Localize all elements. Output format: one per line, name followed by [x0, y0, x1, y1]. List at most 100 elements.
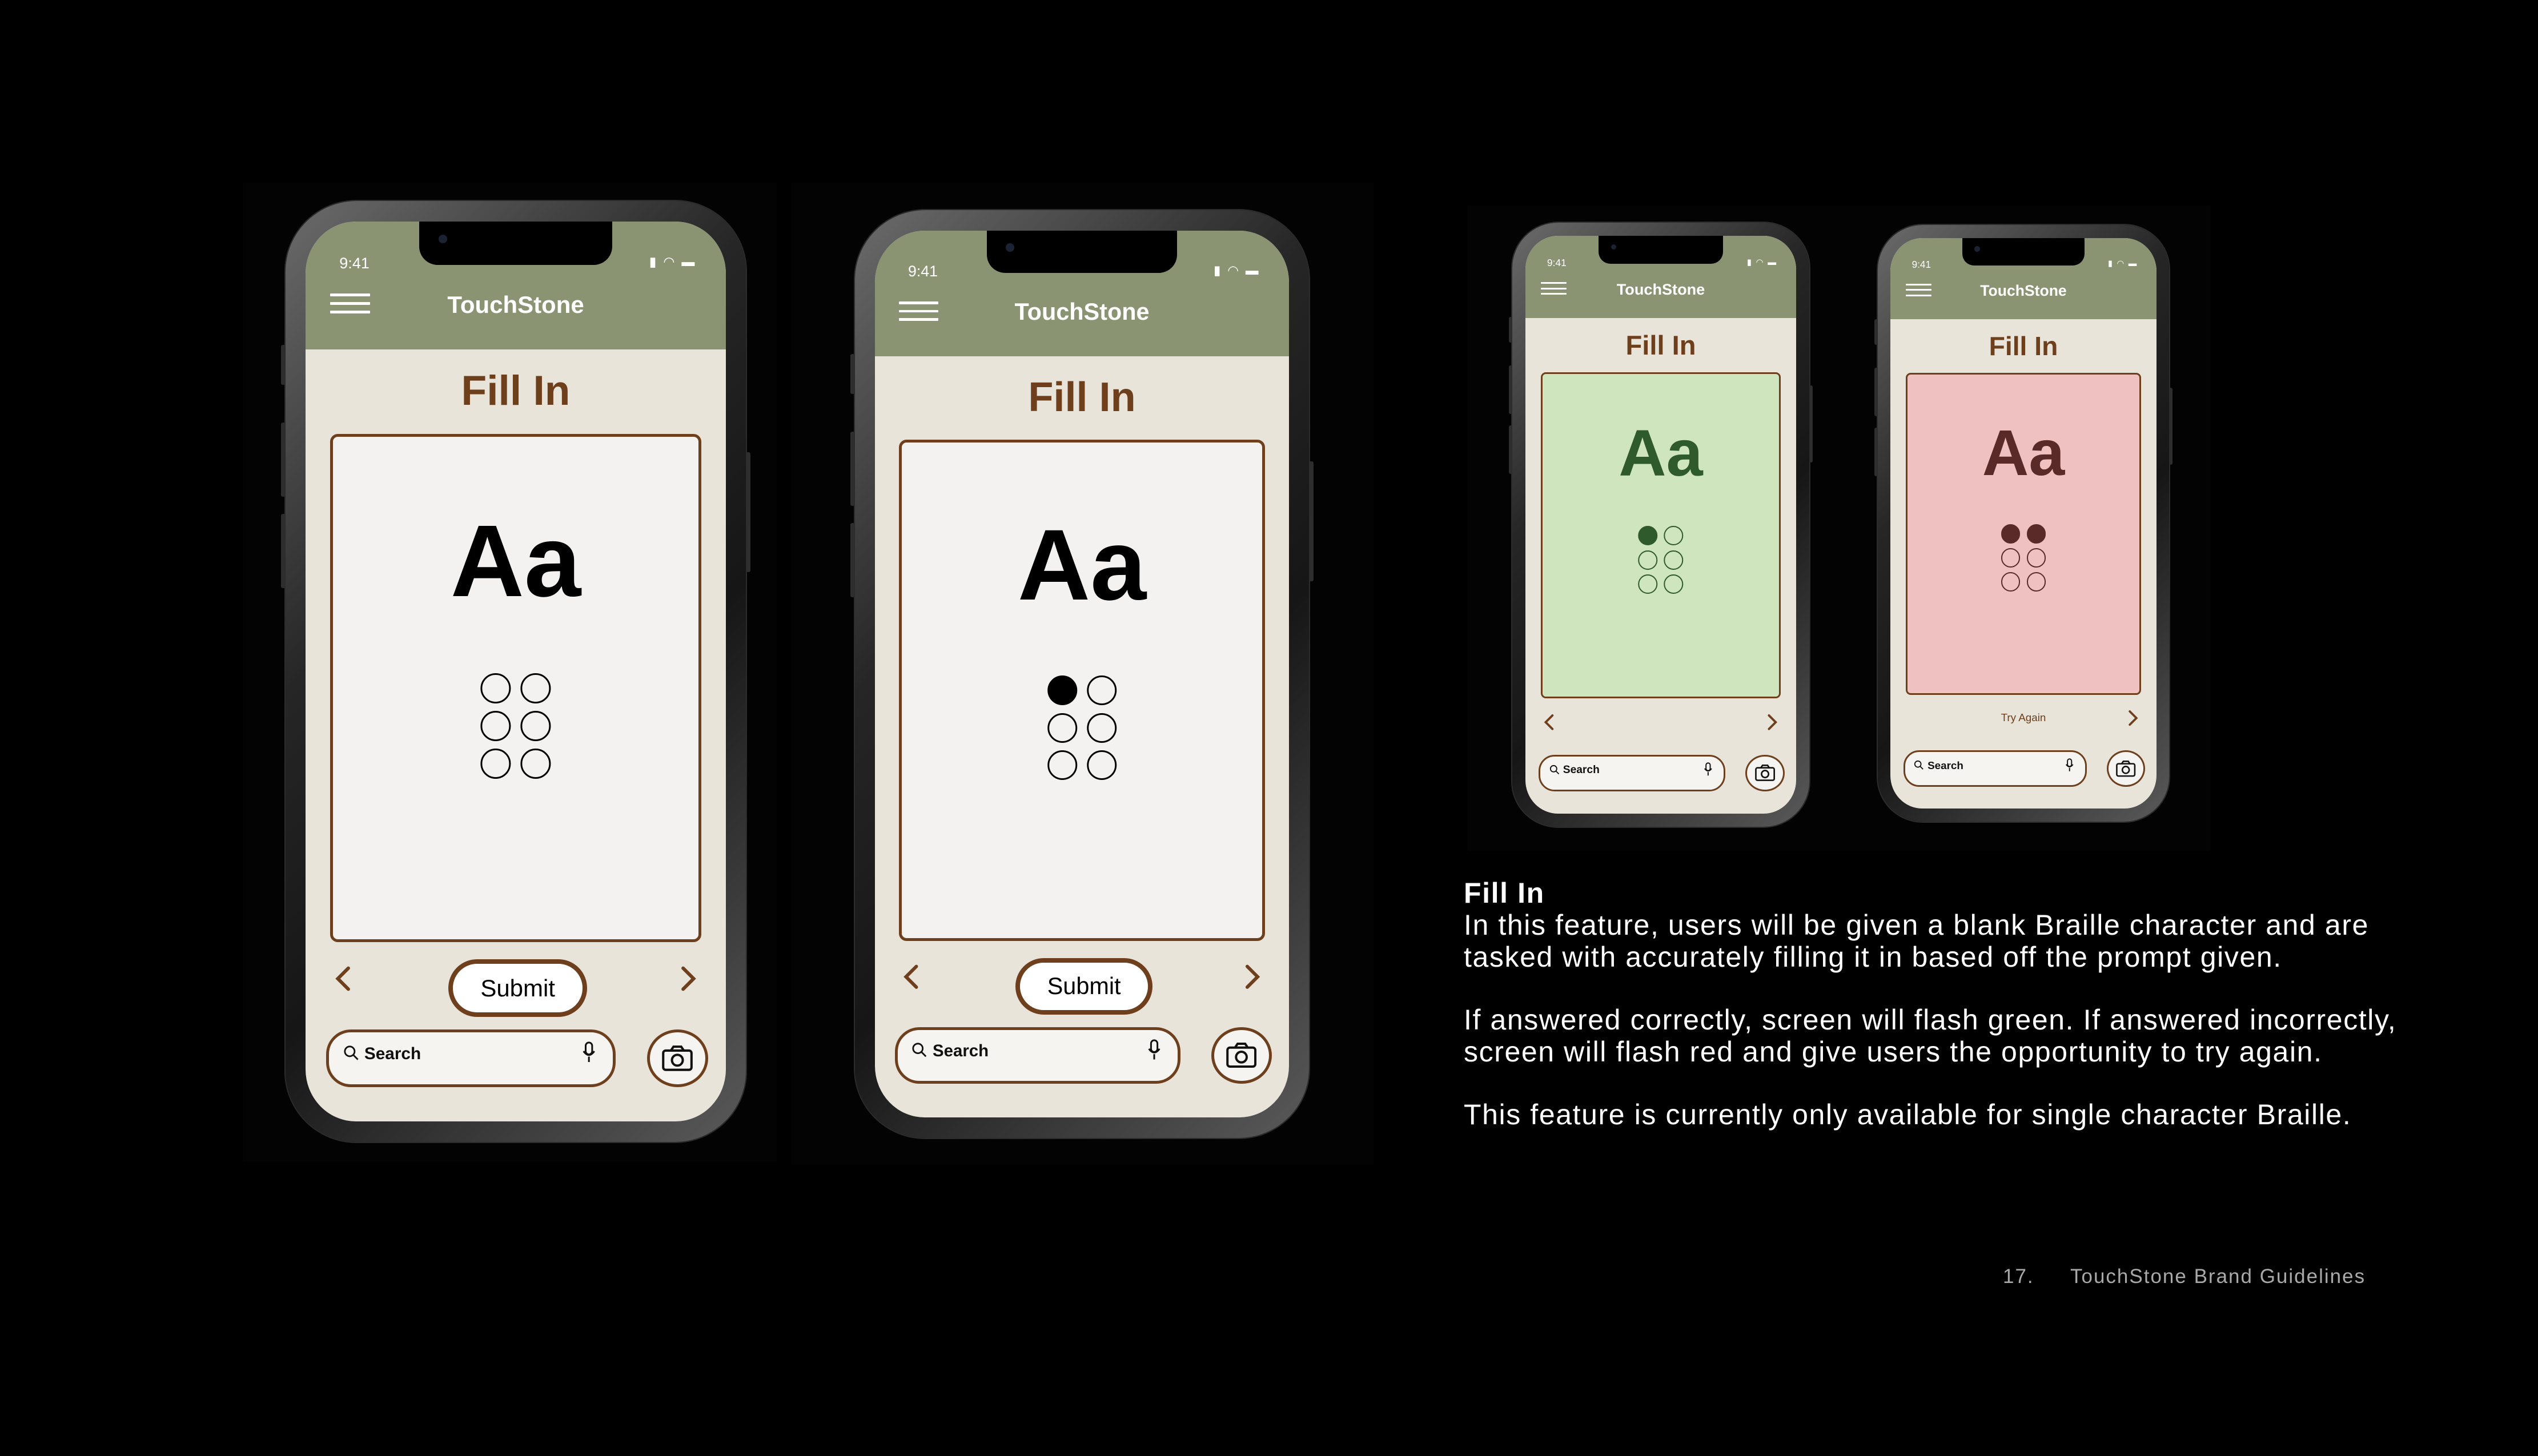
signal-icon: ▮ [1746, 258, 1753, 267]
wifi-icon: ◠ [663, 254, 677, 269]
status-icons: ▮ ◠ ▬ [1747, 257, 1777, 267]
phone-mockup-correct: 9:41 ▮ ◠ ▬ TouchStone Fill In Aa Search [1509, 223, 1813, 827]
braille-dot-4[interactable] [520, 673, 551, 703]
braille-dot-5[interactable] [520, 711, 551, 741]
search-icon [1914, 760, 1924, 770]
braille-dot-4[interactable] [1664, 525, 1684, 545]
camera-button[interactable] [2106, 750, 2146, 787]
braille-dot-2[interactable] [480, 711, 511, 741]
phone-mockup-incorrect: 9:41 ▮ ◠ ▬ TouchStone Fill In Aa Try Aga… [1874, 225, 2172, 822]
mic-icon[interactable] [582, 1041, 596, 1063]
chevron-left-icon[interactable] [899, 964, 925, 990]
submit-button[interactable]: Submit [1015, 958, 1152, 1015]
braille-card-correct: Aa [1541, 372, 1781, 699]
wifi-icon: ◠ [1227, 262, 1240, 277]
camera-button[interactable] [1211, 1027, 1272, 1084]
description-paragraph-1: In this feature, users will be given a b… [1464, 909, 2369, 973]
description-paragraph-3: This feature is currently only available… [1464, 1099, 2352, 1131]
status-time: 9:41 [907, 262, 938, 280]
camera-icon [1226, 1043, 1257, 1068]
signal-icon: ▮ [1214, 262, 1223, 277]
prompt-glyph: Aa [1619, 417, 1703, 490]
search-label: Search [1927, 759, 1963, 772]
braille-dot-5[interactable] [1664, 550, 1684, 570]
braille-card: Aa [899, 440, 1265, 942]
status-icons: ▮ ◠ ▬ [649, 254, 696, 270]
status-time: 9:41 [1547, 256, 1567, 268]
braille-dot-3[interactable] [2001, 572, 2021, 592]
braille-dot-5[interactable] [2026, 548, 2046, 568]
braille-cell [1047, 675, 1117, 781]
braille-dot-3[interactable] [480, 749, 511, 779]
braille-dot-2[interactable] [1638, 550, 1658, 570]
braille-dot-2[interactable] [2001, 548, 2021, 568]
app-title: TouchStone [1616, 280, 1705, 299]
description-paragraph-2: If answered correctly, screen will flash… [1464, 1004, 2397, 1068]
braille-dot-4[interactable] [2026, 524, 2046, 544]
mic-icon[interactable] [1704, 762, 1713, 776]
braille-dot-2[interactable] [1047, 713, 1077, 743]
screen-title: Fill In [461, 368, 571, 415]
braille-dot-1[interactable] [480, 673, 511, 703]
signal-icon: ▮ [2107, 259, 2114, 268]
braille-dot-3[interactable] [1638, 574, 1658, 594]
chevron-left-icon[interactable] [331, 966, 358, 992]
status-icons: ▮ ◠ ▬ [1214, 263, 1260, 278]
search-label: Search [1563, 764, 1600, 777]
try-again-button[interactable]: Try Again [1970, 711, 2077, 724]
signal-icon: ▮ [649, 254, 658, 269]
app-title: TouchStone [1014, 299, 1150, 325]
app-title: TouchStone [1980, 281, 2067, 299]
search-input[interactable]: Search [894, 1027, 1181, 1084]
status-time: 9:41 [1911, 258, 1931, 270]
status-icons: ▮ ◠ ▬ [2108, 259, 2138, 268]
braille-dot-4[interactable] [1087, 675, 1117, 706]
mic-icon[interactable] [1147, 1039, 1161, 1060]
braille-cell [480, 673, 551, 779]
search-label: Search [364, 1044, 421, 1063]
battery-icon: ▬ [1245, 262, 1260, 277]
camera-icon [662, 1045, 693, 1071]
search-input[interactable]: Search [326, 1029, 616, 1087]
braille-dot-6[interactable] [1087, 750, 1117, 781]
feature-title: Fill In [1464, 877, 1545, 909]
camera-icon [1755, 765, 1776, 782]
phone-mockup-selected: 9:41 ▮ ◠ ▬ TouchStone Fill In Aa Submit … [850, 210, 1314, 1138]
braille-card: Aa [330, 434, 701, 943]
chevron-right-icon[interactable] [674, 966, 700, 992]
battery-icon: ▬ [2128, 259, 2138, 268]
braille-dot-1[interactable] [2001, 524, 2021, 544]
braille-dot-1[interactable] [1638, 525, 1658, 545]
phone-screen: 9:41 ▮ ◠ ▬ TouchStone Fill In Aa Submit … [874, 230, 1290, 1118]
search-input[interactable]: Search [1538, 754, 1725, 792]
braille-dot-1[interactable] [1047, 675, 1077, 706]
screen-title: Fill In [1028, 375, 1136, 421]
braille-cell [1638, 525, 1684, 594]
braille-dot-6[interactable] [1664, 574, 1684, 594]
chevron-right-icon[interactable] [2124, 710, 2141, 726]
search-icon [1549, 765, 1559, 774]
submit-button[interactable]: Submit [448, 959, 587, 1017]
braille-dot-6[interactable] [520, 749, 551, 779]
wifi-icon: ◠ [2117, 259, 2125, 268]
chevron-right-icon[interactable] [1763, 714, 1780, 731]
mic-icon[interactable] [2065, 758, 2074, 772]
braille-dot-5[interactable] [1087, 713, 1117, 743]
chevron-right-icon[interactable] [1238, 964, 1264, 990]
status-time: 9:41 [339, 254, 370, 272]
page-number: 17. [2003, 1265, 2034, 1288]
braille-cell [2001, 524, 2046, 592]
camera-button[interactable] [1745, 754, 1785, 792]
battery-icon: ▬ [681, 254, 697, 269]
screen-title: Fill In [1989, 331, 2058, 361]
chevron-left-icon[interactable] [1541, 714, 1559, 731]
braille-dot-6[interactable] [2026, 572, 2046, 592]
prompt-glyph: Aa [1982, 417, 2065, 489]
search-input[interactable]: Search [1903, 750, 2087, 787]
feature-description: Fill In In this feature, users will be g… [1464, 877, 2446, 1161]
braille-card-incorrect: Aa [1906, 372, 2141, 695]
phone-screen: 9:41 ▮ ◠ ▬ TouchStone Fill In Aa Submit … [306, 222, 726, 1121]
screen-title: Fill In [1625, 330, 1696, 361]
camera-button[interactable] [647, 1029, 708, 1087]
braille-dot-3[interactable] [1047, 750, 1077, 781]
